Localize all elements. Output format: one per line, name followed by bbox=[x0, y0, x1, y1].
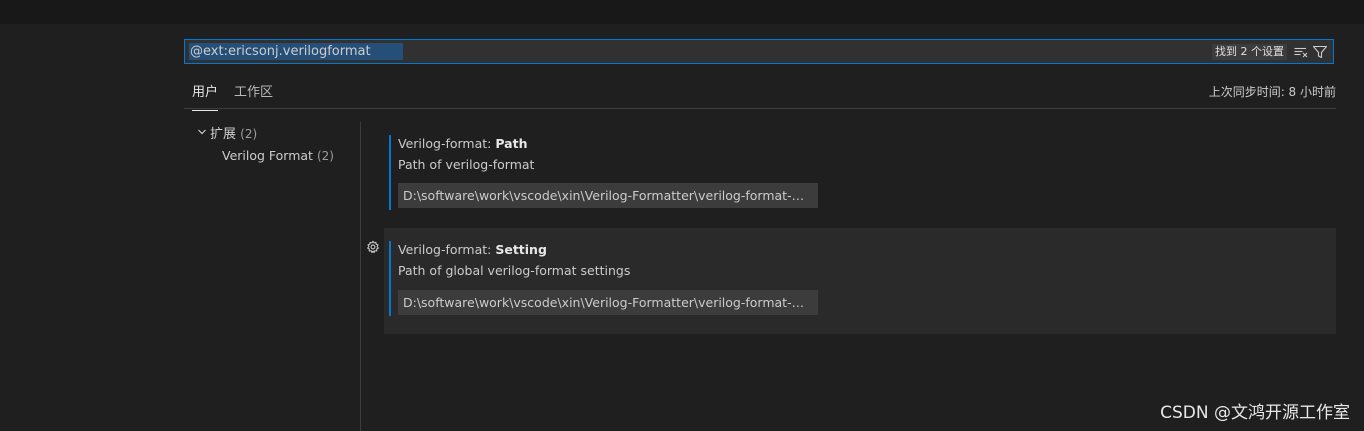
setting-path-input[interactable] bbox=[398, 183, 818, 208]
toc-item-count: (2) bbox=[316, 149, 334, 163]
chevron-down-icon bbox=[196, 125, 210, 145]
setting-name: Setting bbox=[495, 242, 547, 257]
setting-category: Verilog-format: bbox=[398, 136, 496, 151]
setting-category: Verilog-format: bbox=[398, 242, 496, 257]
toc-item-verilog-format[interactable]: Verilog Format (2) bbox=[222, 146, 334, 166]
toc-group-label: 扩展 bbox=[210, 127, 237, 142]
toc-group-extensions[interactable]: 扩展 (2) bbox=[196, 124, 257, 144]
setting-description: Path of global verilog-format settings bbox=[398, 263, 631, 278]
gear-icon[interactable] bbox=[366, 240, 380, 254]
settings-search-input[interactable] bbox=[189, 43, 403, 60]
setting-item-path: Verilog-format: Path Path of verilog-for… bbox=[384, 125, 1336, 225]
setting-title: Verilog-format: Setting bbox=[398, 242, 547, 257]
setting-setting-input[interactable] bbox=[398, 290, 818, 315]
watermark: CSDN @文鸿开源工作室 bbox=[1160, 403, 1350, 423]
settings-search-box[interactable]: 找到 2 个设置 bbox=[184, 39, 1334, 64]
setting-item-setting: Verilog-format: Setting Path of global v… bbox=[384, 228, 1336, 334]
settings-scope-tabs: 用户 工作区 上次同步时间: 8 小时前 bbox=[184, 80, 1336, 111]
tab-workspace[interactable]: 工作区 bbox=[234, 83, 273, 107]
modified-indicator bbox=[389, 135, 391, 210]
setting-description: Path of verilog-format bbox=[398, 157, 535, 172]
filter-icon[interactable] bbox=[1312, 44, 1328, 60]
clear-filter-icon[interactable] bbox=[1293, 44, 1309, 60]
toc-item-label: Verilog Format bbox=[222, 148, 313, 163]
setting-name: Path bbox=[495, 136, 528, 151]
last-sync-status: 上次同步时间: 8 小时前 bbox=[1208, 85, 1336, 99]
modified-indicator bbox=[389, 241, 391, 316]
toc-group-count: (2) bbox=[240, 127, 258, 141]
tab-user[interactable]: 用户 bbox=[192, 83, 219, 111]
editor-tab-bar bbox=[0, 0, 1364, 24]
toc-divider[interactable] bbox=[360, 122, 361, 431]
setting-title: Verilog-format: Path bbox=[398, 136, 527, 151]
result-count-badge: 找到 2 个设置 bbox=[1212, 44, 1287, 60]
